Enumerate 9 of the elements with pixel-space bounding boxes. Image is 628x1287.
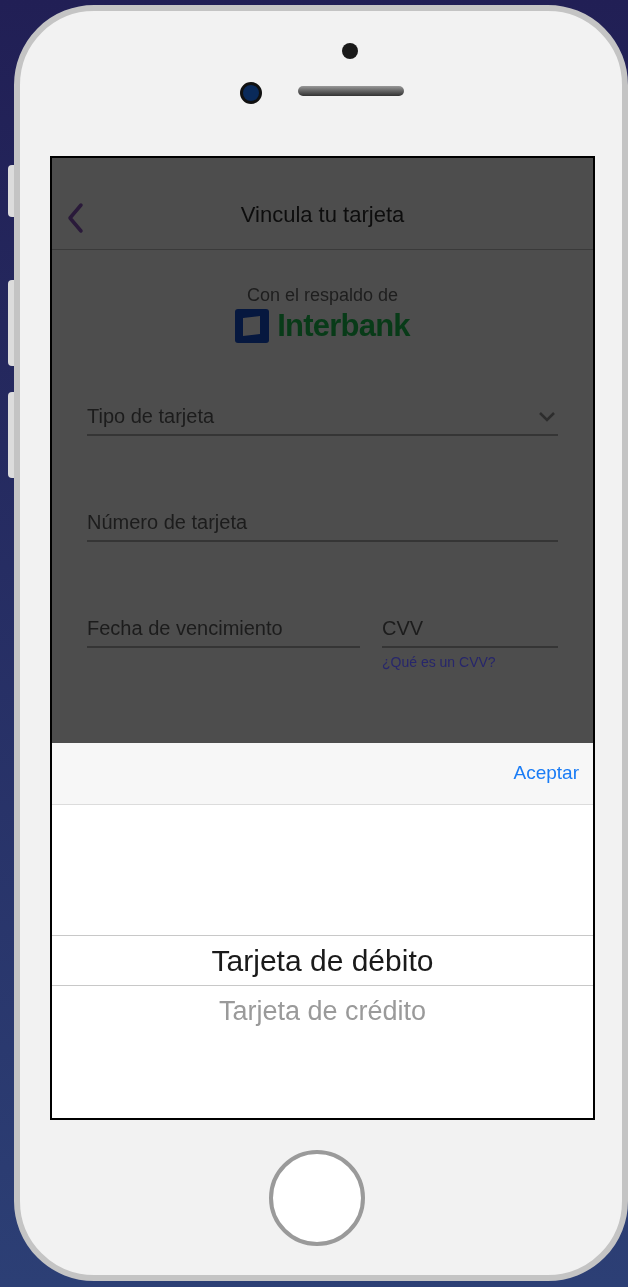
chevron-down-icon xyxy=(538,410,556,422)
page-title: Vincula tu tarjeta xyxy=(240,201,405,229)
phone-camera xyxy=(240,82,262,104)
picker-option[interactable]: Tarjeta de débito xyxy=(52,935,593,986)
back-icon[interactable] xyxy=(66,202,84,234)
brand-name: Interbank xyxy=(277,308,410,344)
picker-option[interactable]: Tarjeta de crédito xyxy=(52,986,593,1037)
accept-button[interactable]: Aceptar xyxy=(513,759,579,788)
brand-logo-icon xyxy=(235,309,270,343)
